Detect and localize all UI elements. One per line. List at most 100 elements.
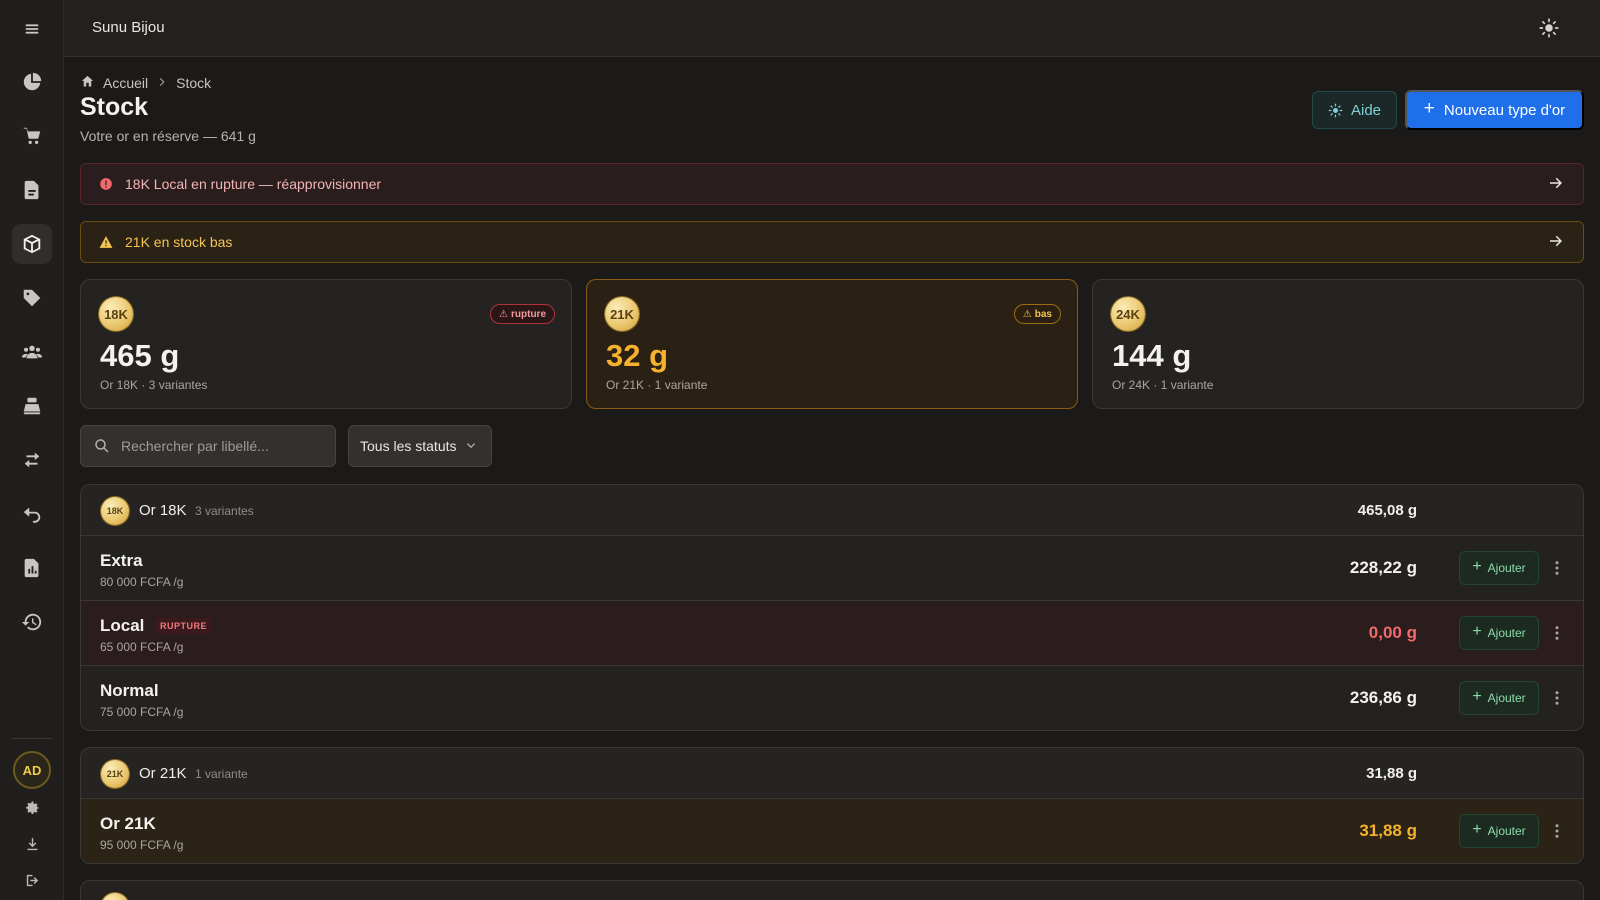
history-icon[interactable]: [12, 602, 52, 642]
add-stock-button[interactable]: + Ajouter: [1459, 814, 1539, 848]
variant-row: Local RUPTURE 65 000 FCFA /g 0,00 g + Ajo…: [81, 601, 1583, 666]
sidebar-divider: [12, 738, 52, 739]
variant-price: 95 000 FCFA /g: [100, 838, 184, 852]
page-subtitle: Votre or en réserve — 641 g: [80, 128, 256, 144]
gold-coin-icon: 21K: [101, 760, 129, 788]
plus-icon: +: [1423, 98, 1435, 119]
variant-price: 75 000 FCFA /g: [100, 705, 184, 719]
avatar-initials: AD: [22, 762, 42, 778]
gold-coin-icon: 21K: [605, 297, 639, 331]
summary-card-18k[interactable]: 18K ⚠ rupture 465 g Or 18K · 3 variantes: [80, 279, 572, 409]
card-value: 144 g: [1112, 338, 1192, 373]
top-bar: Sunu Bijou: [64, 0, 1600, 57]
chevron-down-icon: [466, 443, 475, 448]
add-stock-button[interactable]: + Ajouter: [1459, 551, 1539, 585]
gold-group-24k: [80, 880, 1584, 900]
variant-quantity: 0,00 g: [1368, 623, 1417, 642]
badge-label: rupture: [511, 308, 546, 320]
variant-price: 80 000 FCFA /g: [100, 575, 184, 589]
report-icon[interactable]: [12, 548, 52, 588]
plus-icon: +: [1472, 558, 1482, 575]
cash-register-icon[interactable]: [12, 386, 52, 426]
status-badge: ⚠ bas: [1013, 304, 1061, 324]
status-badge: ⚠ rupture: [490, 304, 555, 324]
chevron-right-icon: [156, 75, 168, 91]
alert-low-stock[interactable]: 21K en stock bas: [80, 221, 1584, 263]
settings-icon[interactable]: [22, 798, 42, 818]
new-gold-type-button[interactable]: + Nouveau type d'or: [1405, 90, 1584, 130]
variant-quantity: 236,86 g: [1349, 688, 1417, 707]
add-label: Ajouter: [1487, 691, 1526, 705]
more-options-icon[interactable]: [1547, 623, 1567, 643]
gold-coin-icon: 18K: [99, 297, 133, 331]
home-icon[interactable]: [80, 74, 95, 92]
dashboard-pie-icon[interactable]: [12, 62, 52, 102]
add-label: Ajouter: [1487, 626, 1526, 640]
summary-card-21k[interactable]: 21K ⚠ bas 32 g Or 21K · 1 variante: [586, 279, 1078, 409]
plus-icon: +: [1472, 821, 1482, 838]
status-select-value: Tous les statuts: [360, 438, 457, 454]
badge-warning-icon: ⚠: [1022, 308, 1032, 320]
breadcrumb-home[interactable]: Accueil: [103, 75, 148, 91]
breadcrumb-current: Stock: [176, 75, 212, 91]
variant-name: Normal: [100, 681, 159, 700]
summary-card-24k[interactable]: 24K 144 g Or 24K · 1 variante: [1092, 279, 1584, 409]
tag-icon[interactable]: [12, 278, 52, 318]
status-select[interactable]: Tous les statuts: [348, 425, 492, 467]
box-icon[interactable]: [12, 224, 52, 264]
group-header[interactable]: 21K Or 21K 1 variante 31,88 g: [81, 748, 1583, 799]
variant-quantity: 31,88 g: [1359, 821, 1417, 840]
add-label: Ajouter: [1487, 561, 1526, 575]
help-button[interactable]: Aide: [1312, 91, 1397, 129]
avatar[interactable]: AD: [13, 751, 51, 789]
alert-text: 21K en stock bas: [125, 234, 233, 250]
group-name: Or 21K: [139, 765, 187, 782]
theme-toggle-sun-icon[interactable]: [1538, 17, 1560, 39]
more-options-icon[interactable]: [1547, 821, 1567, 841]
logout-icon[interactable]: [22, 870, 42, 890]
users-icon[interactable]: [12, 332, 52, 372]
more-options-icon[interactable]: [1547, 688, 1567, 708]
group-name: Or 18K: [139, 502, 187, 519]
variant-row: Normal 75 000 FCFA /g 236,86 g + Ajouter: [81, 666, 1583, 730]
download-icon[interactable]: [22, 834, 42, 854]
add-stock-button[interactable]: + Ajouter: [1459, 681, 1539, 715]
breadcrumb: Accueil Stock: [80, 74, 211, 92]
search-input[interactable]: [121, 438, 321, 454]
search-box: [80, 425, 336, 467]
alert-out-of-stock[interactable]: 18K Local en rupture — réapprovisionner: [80, 163, 1584, 205]
cart-icon[interactable]: [12, 116, 52, 156]
card-subtitle: Or 24K · 1 variante: [1112, 378, 1214, 392]
plus-icon: +: [1472, 688, 1482, 705]
card-value: 465 g: [100, 338, 180, 373]
warning-triangle-icon: [99, 234, 115, 250]
badge-label: bas: [1034, 308, 1052, 320]
variant-name: Or 21K: [100, 814, 156, 833]
sidebar: AD: [0, 0, 64, 900]
group-total: 465,08 g: [1357, 502, 1417, 519]
gold-coin-icon: 24K: [1111, 297, 1145, 331]
arrow-right-icon[interactable]: [1547, 232, 1565, 253]
card-subtitle: Or 21K · 1 variante: [606, 378, 708, 392]
group-variant-count: 1 variante: [195, 767, 248, 781]
variant-row: Extra 80 000 FCFA /g 228,22 g + Ajouter: [81, 536, 1583, 601]
document-icon[interactable]: [12, 170, 52, 210]
transfer-icon[interactable]: [12, 440, 52, 480]
more-options-icon[interactable]: [1547, 558, 1567, 578]
group-variant-count: 3 variantes: [195, 504, 254, 518]
help-button-label: Aide: [1350, 101, 1382, 119]
return-icon[interactable]: [12, 494, 52, 534]
variant-name: Extra: [100, 551, 143, 570]
group-header[interactable]: 18K Or 18K 3 variantes 465,08 g: [81, 485, 1583, 536]
group-total: 31,88 g: [1366, 765, 1417, 782]
search-icon: [95, 439, 109, 453]
app-title: Sunu Bijou: [92, 19, 165, 36]
arrow-right-icon[interactable]: [1547, 174, 1565, 195]
variant-quantity: 228,22 g: [1349, 558, 1417, 577]
variant-row: Or 21K 95 000 FCFA /g 31,88 g + Ajouter: [81, 799, 1583, 863]
add-stock-button[interactable]: + Ajouter: [1459, 616, 1539, 650]
menu-icon[interactable]: [12, 9, 52, 49]
gold-group-18k: 18K Or 18K 3 variantes 465,08 g Extra 80…: [80, 484, 1584, 731]
add-label: Ajouter: [1487, 824, 1526, 838]
gold-coin-icon: [101, 893, 129, 900]
